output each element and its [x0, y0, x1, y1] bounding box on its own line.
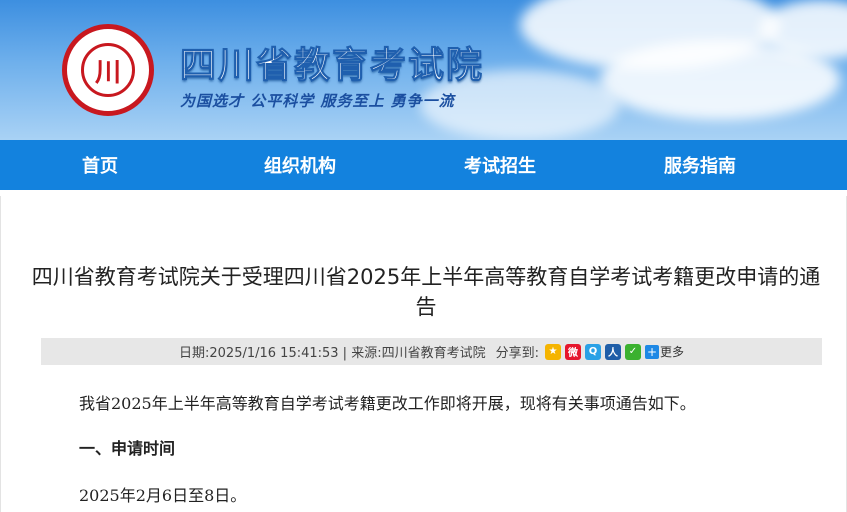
wechat-icon[interactable]: ✓: [624, 343, 641, 360]
article-section-heading: 一、申请时间: [79, 439, 176, 458]
article-meta: 日期:2025/1/16 15:41:53 | 来源:四川省教育考试院: [179, 346, 486, 361]
site-logo[interactable]: 川: [62, 24, 154, 116]
header-banner: 川 四川省教育考试院 为国选才 公平科学 服务至上 勇争一流: [0, 0, 847, 140]
article-title: 四川省教育考试院关于受理四川省2025年上半年高等教育自学考试考籍更改申请的通告: [31, 265, 821, 319]
article-paragraph: 我省2025年上半年高等教育自学考试考籍更改工作即将开展，现将有关事项通告如下。: [79, 394, 696, 413]
share-label: 分享到:: [495, 346, 539, 361]
article-container: 四川省教育考试院关于受理四川省2025年上半年高等教育自学考试考籍更改申请的通告…: [0, 196, 847, 512]
article-meta-bar: 日期:2025/1/16 15:41:53 | 来源:四川省教育考试院 分享到:…: [41, 338, 822, 365]
site-title: 四川省教育考试院: [179, 45, 485, 87]
share-icons: ★ 微 Q 人 ✓: [544, 343, 645, 360]
share-more-button[interactable]: + 更多: [644, 343, 684, 360]
qzone-icon[interactable]: ★: [544, 343, 561, 360]
nav-item-organization[interactable]: 组织机构: [200, 140, 400, 190]
plus-icon: +: [644, 344, 659, 359]
nav-item-service-guide[interactable]: 服务指南: [600, 140, 800, 190]
article-paragraph: 2025年2月6日至8日。: [79, 486, 247, 505]
renren-icon[interactable]: 人: [604, 343, 621, 360]
share-more-label: 更多: [659, 345, 684, 359]
main-nav: 首页 组织机构 考试招生 服务指南: [0, 140, 847, 190]
logo-emblem: 川: [81, 43, 135, 97]
nav-item-exams-admissions[interactable]: 考试招生: [400, 140, 600, 190]
nav-item-home[interactable]: 首页: [0, 140, 200, 190]
qq-icon[interactable]: Q: [584, 343, 601, 360]
site-slogan: 为国选才 公平科学 服务至上 勇争一流: [180, 92, 455, 110]
logo-emblem-glyph: 川: [94, 57, 121, 88]
weibo-icon[interactable]: 微: [564, 343, 581, 360]
